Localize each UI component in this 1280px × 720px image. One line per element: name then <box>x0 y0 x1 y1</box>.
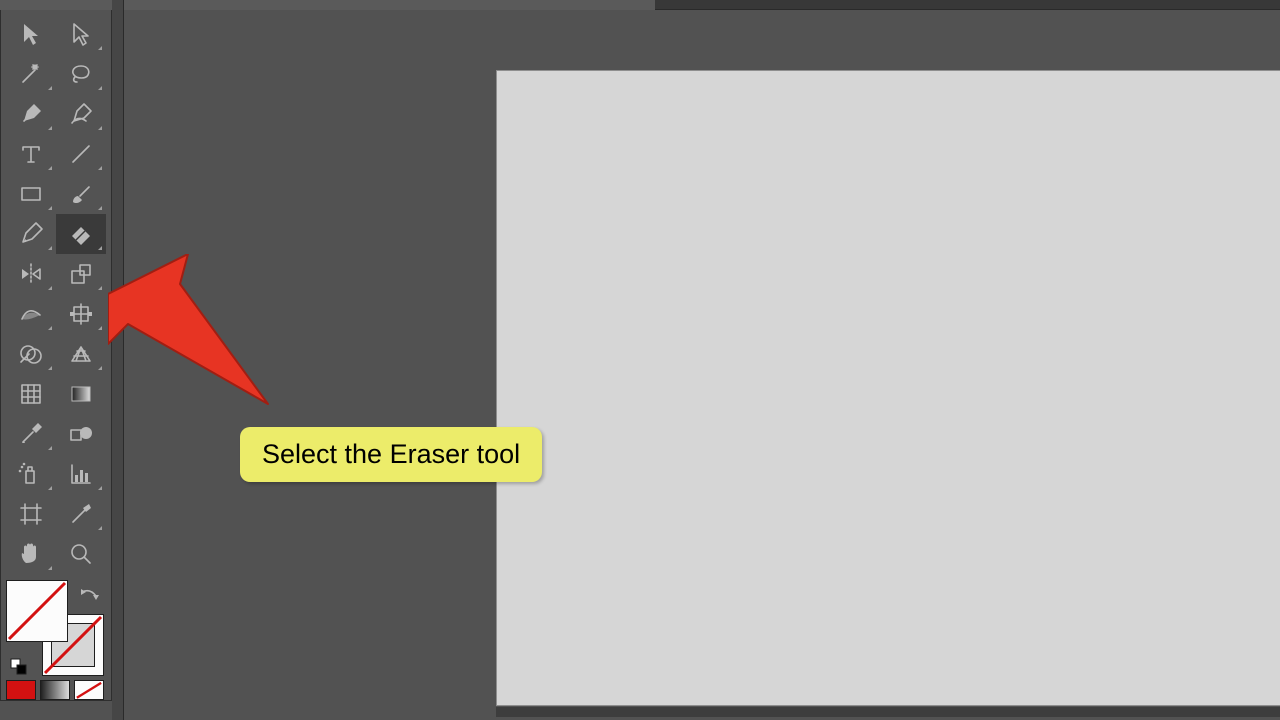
line-icon <box>68 141 94 167</box>
type-icon <box>18 141 44 167</box>
perspective-grid-tool[interactable] <box>56 334 106 374</box>
eyedropper-icon <box>18 421 44 447</box>
zoom-icon <box>68 541 94 567</box>
column-graph-tool[interactable] <box>56 454 106 494</box>
reflect-tool[interactable] <box>6 254 56 294</box>
blend-icon <box>68 421 94 447</box>
shape-builder-tool[interactable] <box>6 334 56 374</box>
width-icon <box>18 301 44 327</box>
paintbrush-icon <box>68 181 94 207</box>
symbol-sprayer-tool[interactable] <box>6 454 56 494</box>
canvas-shadow <box>496 707 1280 717</box>
annotation-callout: Select the Eraser tool <box>240 427 542 482</box>
shape-builder-icon <box>18 341 44 367</box>
color-mode-solid[interactable] <box>6 680 36 700</box>
symbol-sprayer-icon <box>18 461 44 487</box>
canvas[interactable] <box>496 70 1280 706</box>
eraser-icon <box>68 221 94 247</box>
color-mode-none[interactable] <box>74 680 104 700</box>
slice-icon <box>68 501 94 527</box>
eraser-tool[interactable] <box>56 214 106 254</box>
mesh-tool[interactable] <box>6 374 56 414</box>
scale-tool[interactable] <box>56 254 106 294</box>
hand-icon <box>18 541 44 567</box>
tool-panel <box>0 10 112 701</box>
color-mode-gradient[interactable] <box>40 680 70 700</box>
lasso-icon <box>68 61 94 87</box>
magic-wand-tool[interactable] <box>6 54 56 94</box>
reflect-icon <box>18 261 44 287</box>
pencil-tool[interactable] <box>6 214 56 254</box>
free-transform-icon <box>68 301 94 327</box>
line-tool[interactable] <box>56 134 106 174</box>
selection-tool[interactable] <box>6 14 56 54</box>
none-mode-icon <box>75 681 103 700</box>
eyedropper-tool[interactable] <box>6 414 56 454</box>
swap-fill-stroke-icon[interactable] <box>78 586 100 608</box>
hand-tool[interactable] <box>6 534 56 574</box>
slice-tool[interactable] <box>56 494 106 534</box>
document-area <box>124 10 1280 720</box>
direct-selection-arrow-icon <box>68 21 94 47</box>
perspective-grid-icon <box>68 341 94 367</box>
direct-selection-tool[interactable] <box>56 14 106 54</box>
tab-strip <box>0 0 655 10</box>
selection-arrow-icon <box>18 21 44 47</box>
type-tool[interactable] <box>6 134 56 174</box>
pencil-icon <box>18 221 44 247</box>
blend-tool[interactable] <box>56 414 106 454</box>
app-top-bar <box>0 0 1280 10</box>
color-mode-row <box>1 678 111 700</box>
default-colors-icon[interactable] <box>10 658 28 676</box>
gradient-icon <box>68 381 94 407</box>
lasso-tool[interactable] <box>56 54 106 94</box>
artboard-tool[interactable] <box>6 494 56 534</box>
fill-swatch[interactable] <box>6 580 68 642</box>
free-transform-tool[interactable] <box>56 294 106 334</box>
gradient-tool[interactable] <box>56 374 106 414</box>
pen-tool[interactable] <box>6 94 56 134</box>
panel-divider <box>112 0 124 720</box>
none-fill-icon <box>7 581 67 641</box>
width-tool[interactable] <box>6 294 56 334</box>
pen-icon <box>18 101 44 127</box>
zoom-tool[interactable] <box>56 534 106 574</box>
magic-wand-icon <box>18 61 44 87</box>
tool-grid <box>1 10 111 576</box>
rectangle-tool[interactable] <box>6 174 56 214</box>
curvature-pen-icon <box>68 101 94 127</box>
rectangle-icon <box>18 181 44 207</box>
curvature-tool[interactable] <box>56 94 106 134</box>
mesh-icon <box>18 381 44 407</box>
artboard-icon <box>18 501 44 527</box>
column-graph-icon <box>68 461 94 487</box>
color-section <box>6 580 106 678</box>
paintbrush-tool[interactable] <box>56 174 106 214</box>
scale-icon <box>68 261 94 287</box>
